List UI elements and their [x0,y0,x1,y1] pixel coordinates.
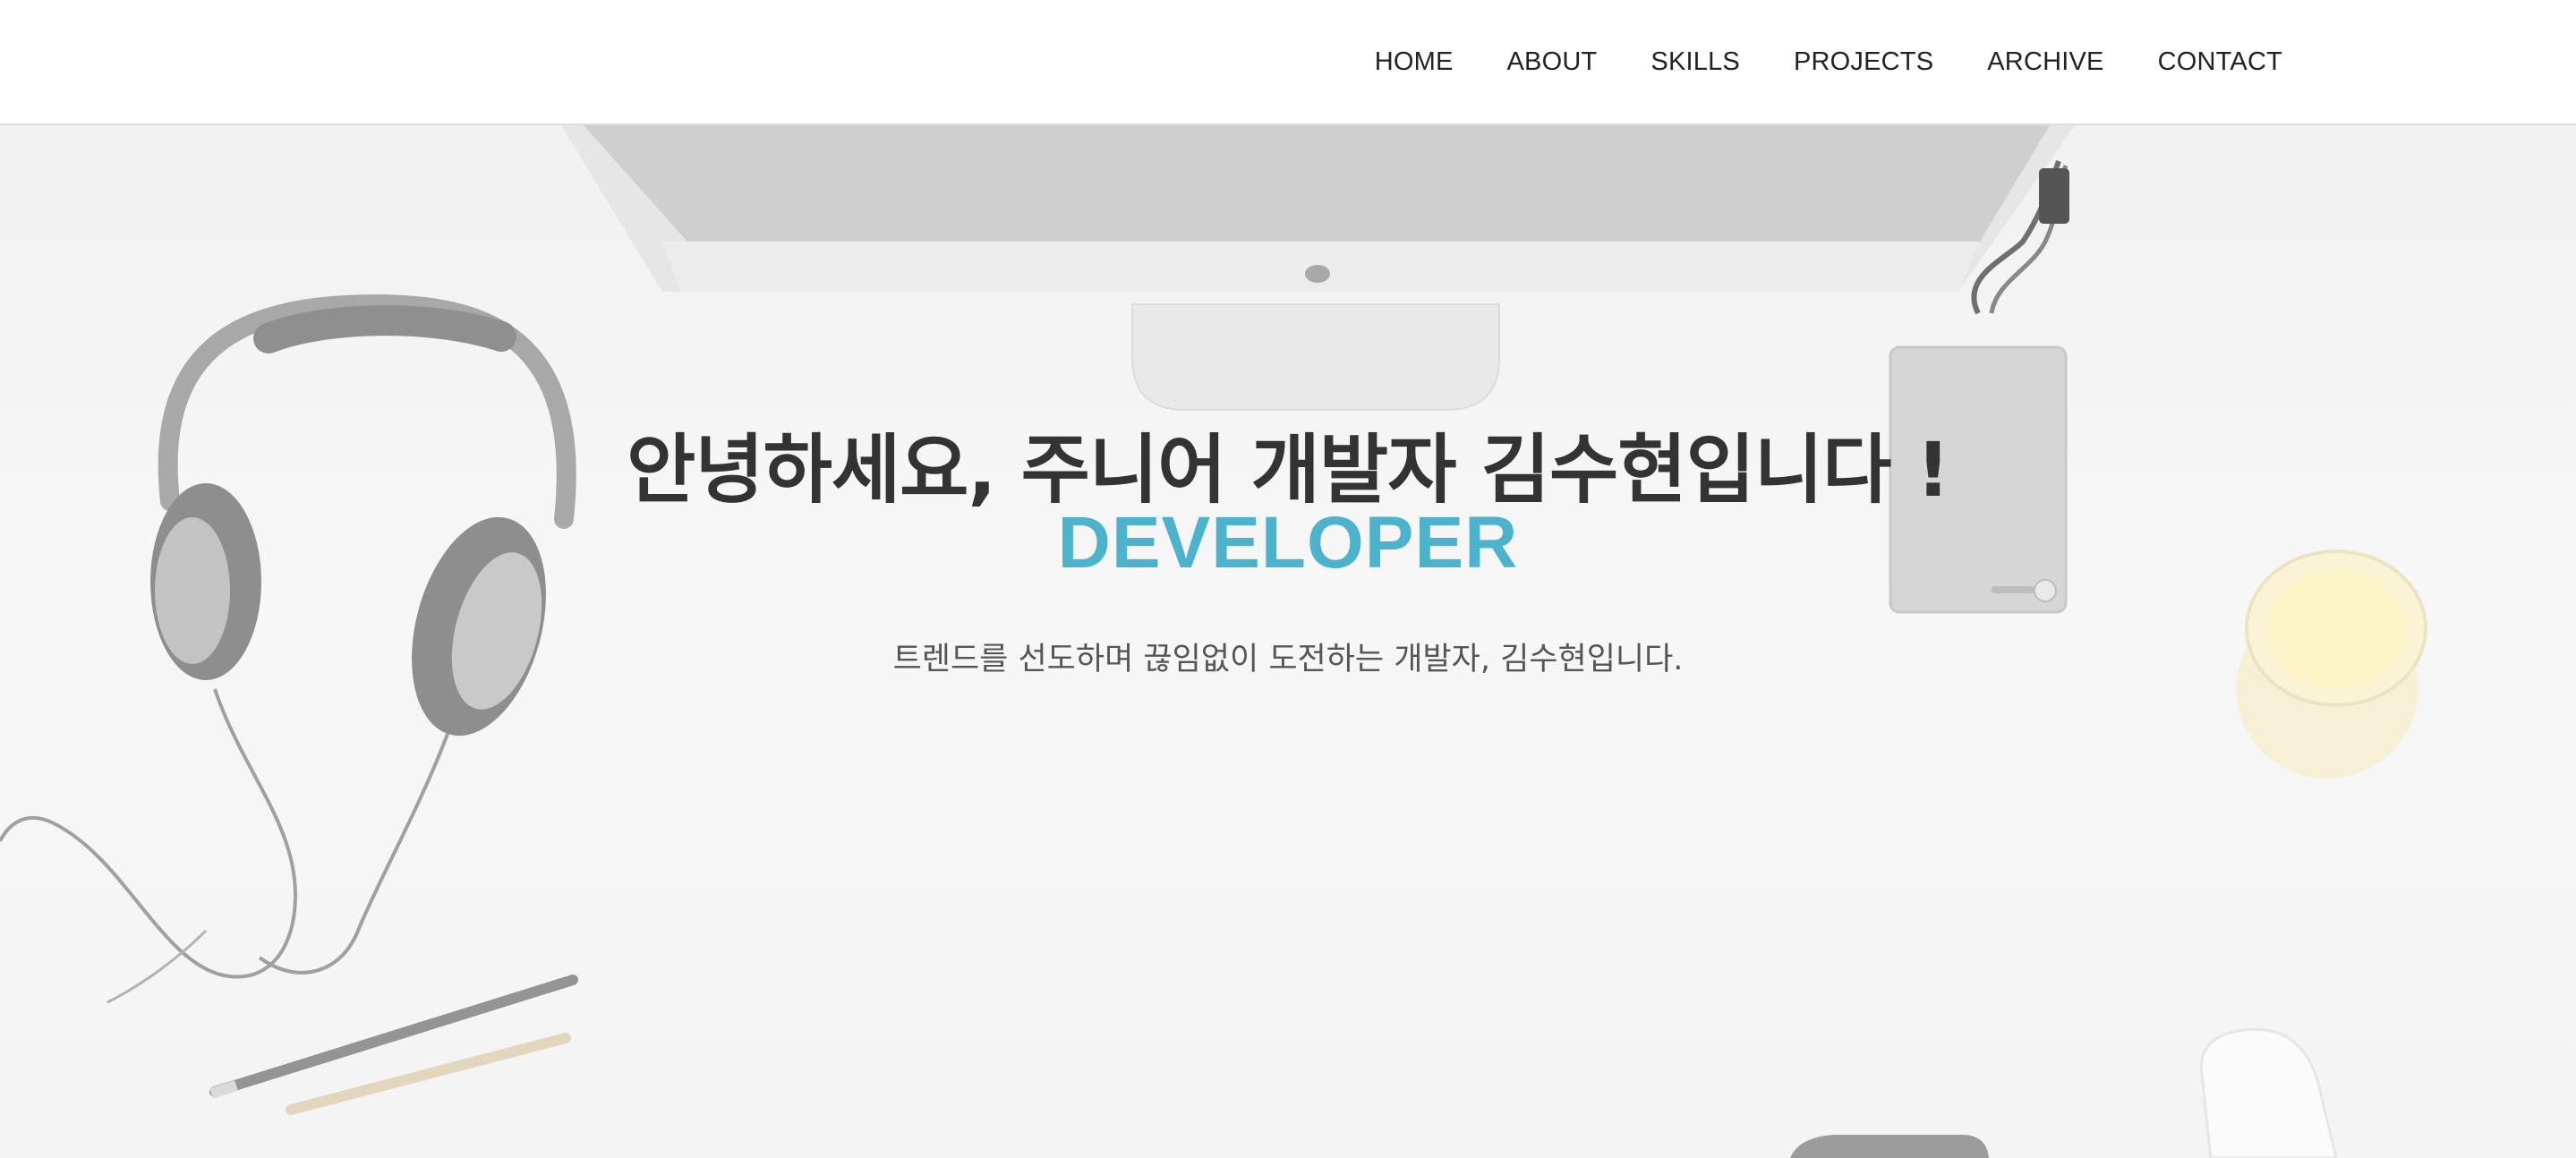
hero-section: 안녕하세요, 주니어 개발자 김수현입니다 ! DEVELOPER 트렌드를 선… [0,125,2576,1158]
nav-projects-link[interactable]: PROJECTS [1794,47,1933,77]
monitor-image [561,125,2075,411]
nav-contact-link[interactable]: CONTACT [2158,47,2282,77]
keyboard-edge-image [1790,1135,1989,1158]
site-header: HOME ABOUT SKILLS PROJECTS ARCHIVE CONTA… [0,0,2576,125]
hero-tagline: 트렌드를 선도하며 끊임없이 도전하는 개발자, 김수현입니다. [892,642,1684,677]
main-nav: HOME ABOUT SKILLS PROJECTS ARCHIVE CONTA… [1375,0,2282,123]
nav-about-link[interactable]: ABOUT [1507,47,1598,77]
page: HOME ABOUT SKILLS PROJECTS ARCHIVE CONTA… [0,0,2576,1158]
hero-role: DEVELOPER [1057,502,1519,583]
nav-skills-link[interactable]: SKILLS [1651,47,1740,77]
mouse-image [2200,1027,2338,1158]
nav-home-link[interactable]: HOME [1375,47,1454,77]
nav-archive-link[interactable]: ARCHIVE [1987,47,2103,77]
pencils-image [209,975,578,1115]
